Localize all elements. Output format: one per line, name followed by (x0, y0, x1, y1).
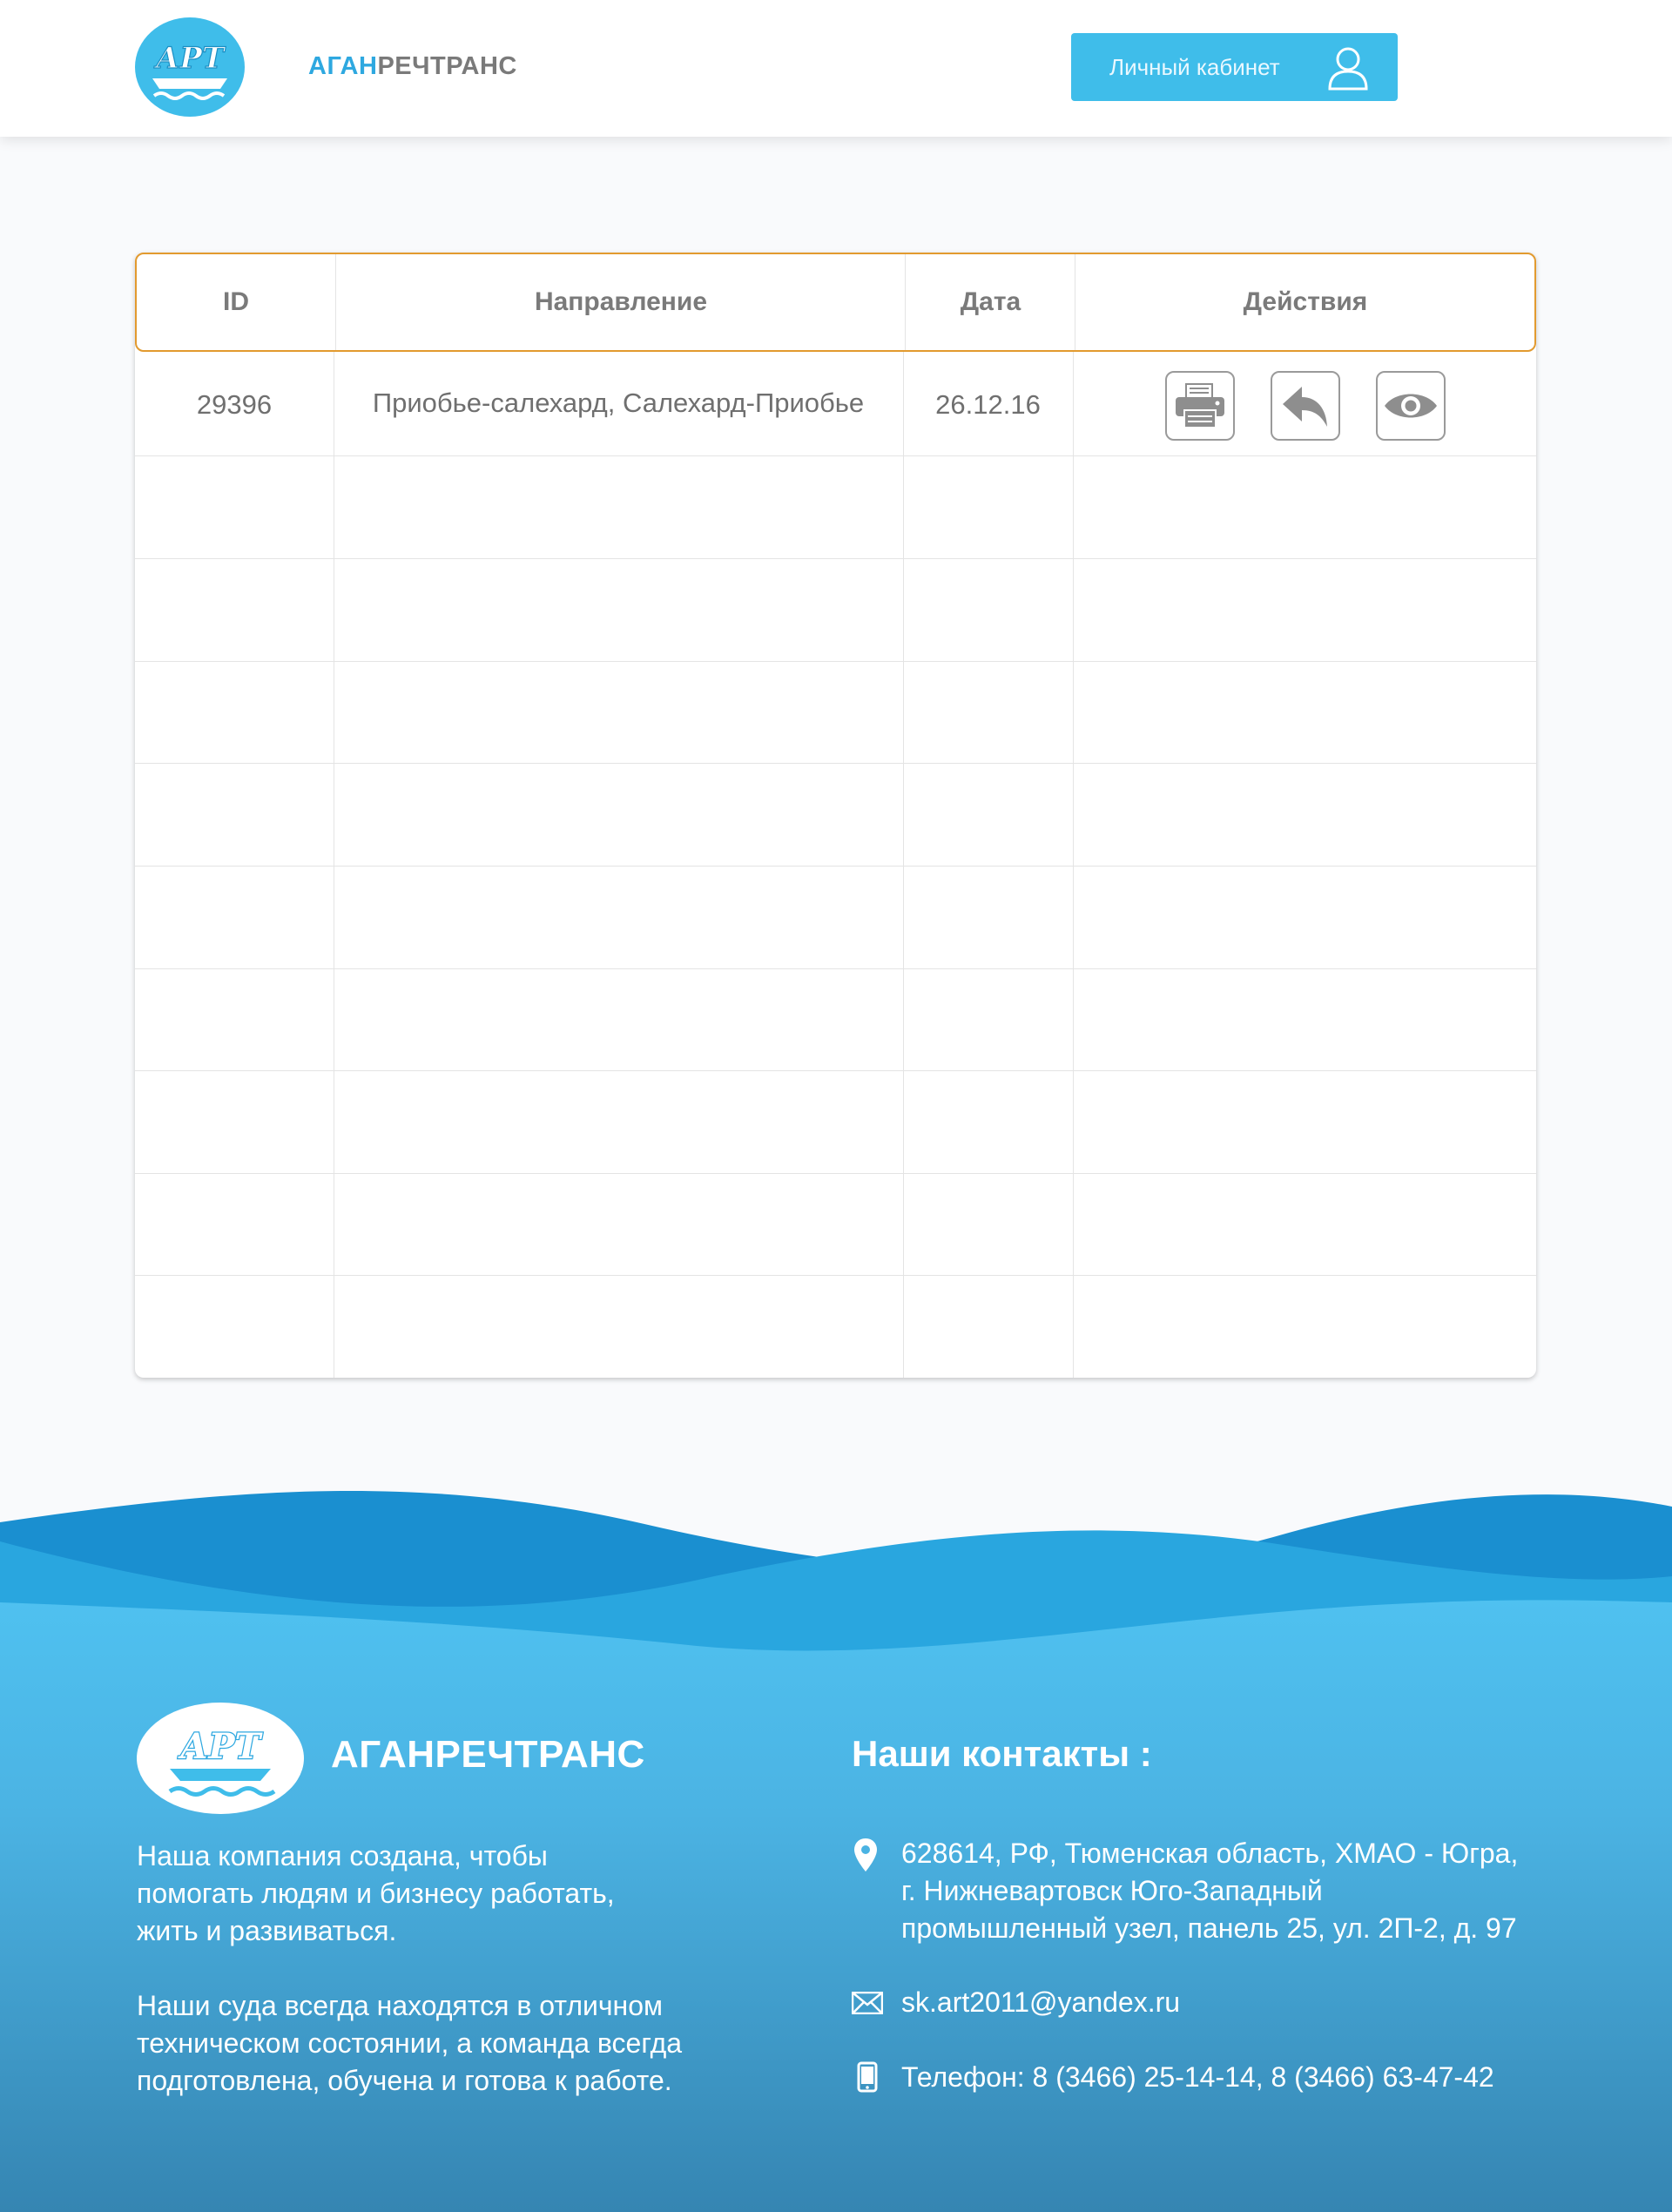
brand-name: АГАНРЕЧТРАНС (308, 52, 517, 81)
cell-id: 29396 (196, 389, 273, 420)
cell-date: 26.12.16 (935, 389, 1041, 420)
row-divider (135, 1173, 1536, 1174)
phone-icon (857, 2061, 878, 2093)
brand-part-2: РЕЧТРАНС (377, 52, 517, 80)
column-header-date[interactable]: Дата (905, 254, 1075, 350)
about-line: жить и развиваться. (137, 1915, 397, 1946)
address-line: 628614, РФ, Тюменская область, ХМАО - Юг… (901, 1838, 1519, 1869)
row-divider (135, 661, 1536, 662)
print-icon (1176, 383, 1224, 428)
personal-account-button[interactable]: Личный кабинет (1071, 33, 1398, 101)
personal-account-label: Личный кабинет (1109, 54, 1280, 80)
row-divider (135, 1070, 1536, 1071)
footer-logo[interactable]: АРТ (137, 1703, 304, 1814)
about-line: Наша компания создана, чтобы (137, 1840, 548, 1871)
mail-icon (852, 1992, 883, 2014)
about-line: техническом состоянии, а команда всегда (137, 2027, 683, 2059)
site-footer: АРТ АГАНРЕЧТРАНС Наша компания создана, … (0, 1480, 1672, 2212)
company-logo[interactable]: АРТ (135, 17, 245, 117)
row-divider (135, 455, 1536, 456)
print-button[interactable] (1165, 371, 1235, 441)
brand-part-1: АГАН (308, 52, 378, 80)
column-header-actions: Действия (1075, 254, 1535, 350)
address-line: промышленный узел, панель 25, ул. 2П-2, … (901, 1912, 1517, 1944)
footer-logo-text: АРТ (178, 1726, 264, 1767)
row-divider (135, 968, 1536, 969)
contact-address: 628614, РФ, Тюменская область, ХМАО - Юг… (901, 1835, 1563, 1947)
row-divider (135, 1275, 1536, 1276)
row-divider (135, 558, 1536, 559)
column-header-direction[interactable]: Направление (335, 254, 906, 350)
location-pin-icon (854, 1838, 877, 1871)
eye-icon (1385, 394, 1437, 418)
cell-direction: Приобье-салехард, Салехард-Приобье (372, 388, 865, 418)
view-button[interactable] (1376, 371, 1446, 441)
site-header: АРТ АГАНРЕЧТРАНС Личный кабинет (0, 0, 1672, 137)
contacts-title: Наши контакты : (852, 1733, 1152, 1774)
about-paragraph-2: Наши суда всегда находятся в отличном те… (137, 1987, 729, 2100)
row-divider (135, 763, 1536, 764)
about-line: подготовлена, обучена и готова к работе. (137, 2065, 672, 2096)
logo-text: АРТ (153, 41, 226, 76)
footer-brand-name: АГАНРЕЧТРАНС (331, 1733, 645, 1776)
reply-icon (1283, 387, 1327, 427)
contact-phone[interactable]: Телефон: 8 (3466) 25-14-14, 8 (3466) 63-… (901, 2059, 1563, 2096)
about-line: Наши суда всегда находятся в отличном (137, 1990, 664, 2021)
column-divider (1073, 253, 1074, 1378)
user-icon (1328, 47, 1368, 91)
address-line: г. Нижневартовск Юго-Западный (901, 1875, 1323, 1906)
about-line: помогать людям и бизнесу работать, (137, 1878, 615, 1909)
contact-email[interactable]: sk.art2011@yandex.ru (901, 1984, 1563, 2021)
table-header-row: ID Направление Дата Действия (135, 253, 1536, 352)
row-divider (135, 866, 1536, 867)
column-header-id[interactable]: ID (137, 254, 335, 350)
reply-button[interactable] (1271, 371, 1340, 441)
orders-table: ID Направление Дата Действия 29396 Приоб… (135, 253, 1536, 1378)
about-paragraph-1: Наша компания создана, чтобы помогать лю… (137, 1838, 729, 1950)
